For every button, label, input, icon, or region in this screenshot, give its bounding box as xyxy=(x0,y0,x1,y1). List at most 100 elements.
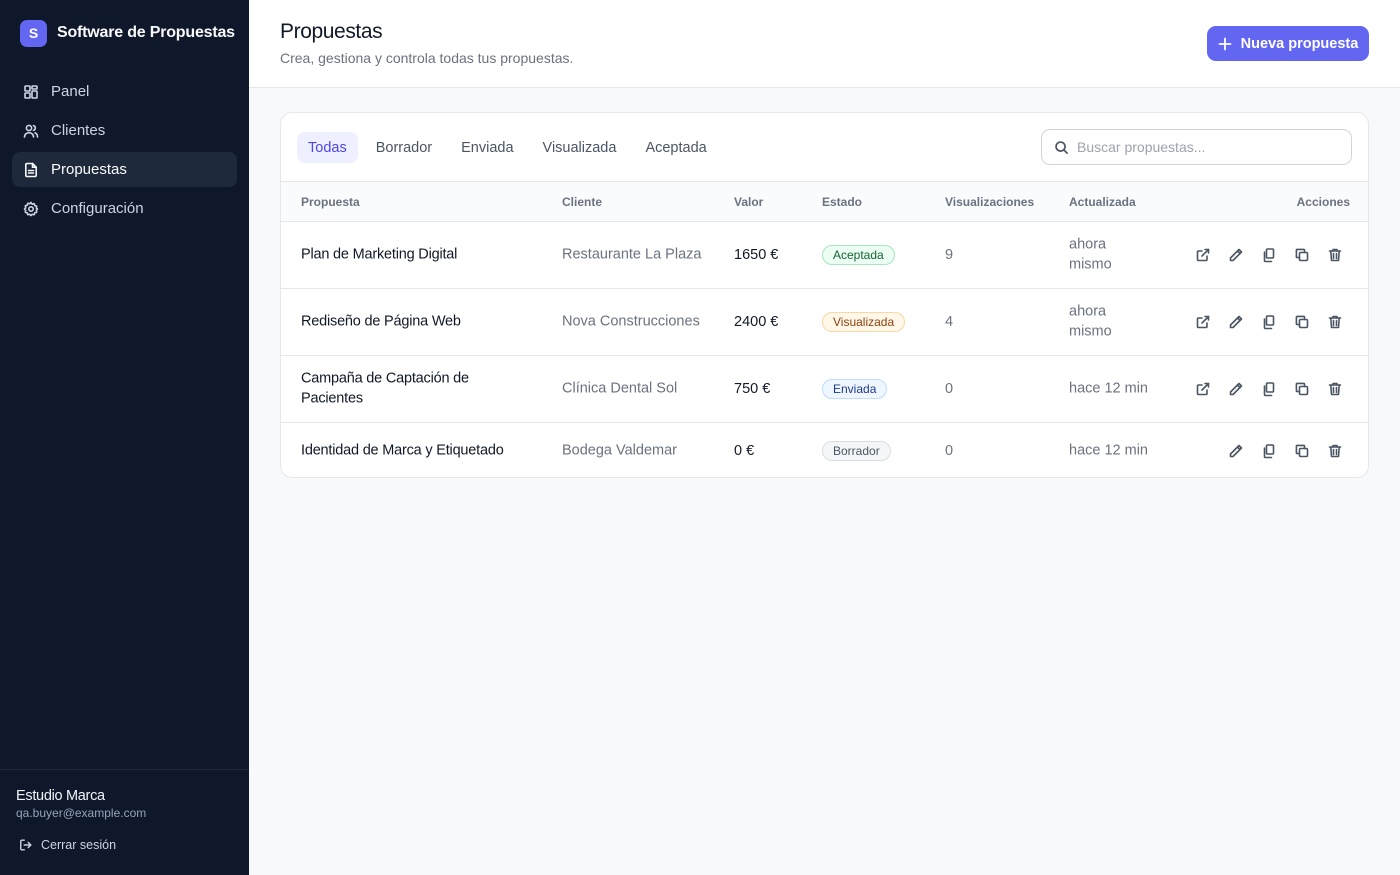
duplicate-button[interactable] xyxy=(1292,441,1312,461)
plus-icon xyxy=(1218,37,1232,50)
delete-button[interactable] xyxy=(1325,441,1345,461)
duplicate-icon xyxy=(1295,444,1309,458)
tab-enviada[interactable]: Enviada xyxy=(450,132,524,163)
status-badge: Aceptada xyxy=(822,245,895,265)
client-name: Clínica Dental Sol xyxy=(562,380,678,397)
edit-button[interactable] xyxy=(1226,312,1246,332)
proposal-value: 750 € xyxy=(734,381,771,397)
users-icon xyxy=(23,124,39,138)
copy-icon xyxy=(1263,444,1275,459)
duplicate-icon xyxy=(1295,315,1309,329)
search-icon xyxy=(1055,140,1068,154)
column-header-propuesta[interactable]: Propuesta xyxy=(301,195,360,209)
copy-button[interactable] xyxy=(1259,245,1279,265)
sidebar-item-label: Configuración xyxy=(51,200,144,217)
brand[interactable]: S Software de Propuestas xyxy=(20,19,235,47)
tab-todas[interactable]: Todas xyxy=(297,132,358,163)
copy-icon xyxy=(1263,382,1275,397)
logout-icon xyxy=(20,839,32,851)
proposal-value: 2400 € xyxy=(734,314,779,330)
edit-button[interactable] xyxy=(1226,245,1246,265)
column-header-visualizaciones[interactable]: Visualizaciones xyxy=(945,195,1034,209)
views-count: 0 xyxy=(945,381,954,397)
duplicate-button[interactable] xyxy=(1292,379,1312,399)
new-proposal-label: Nueva propuesta xyxy=(1240,35,1359,52)
views-count: 0 xyxy=(945,443,954,459)
duplicate-icon xyxy=(1295,248,1309,262)
table-row[interactable]: Rediseño de Página Web Nova Construccion… xyxy=(281,289,1368,356)
copy-button[interactable] xyxy=(1259,379,1279,399)
delete-button[interactable] xyxy=(1325,312,1345,332)
edit-button[interactable] xyxy=(1226,379,1246,399)
new-proposal-button[interactable]: Nueva propuesta xyxy=(1207,26,1369,61)
copy-button[interactable] xyxy=(1259,441,1279,461)
trash-icon xyxy=(1328,315,1342,329)
edit-button[interactable] xyxy=(1226,441,1246,461)
search-box xyxy=(1041,129,1352,165)
open-link-button[interactable] xyxy=(1193,245,1213,265)
sidebar-item-panel[interactable]: Panel xyxy=(12,74,237,109)
table-header: Propuesta Cliente Valor Estado Visualiza… xyxy=(281,181,1368,222)
column-header-estado[interactable]: Estado xyxy=(822,195,862,209)
sidebar-item-label: Panel xyxy=(51,83,90,100)
column-header-valor[interactable]: Valor xyxy=(734,195,763,209)
delete-button[interactable] xyxy=(1325,245,1345,265)
status-cell: Enviada xyxy=(822,379,888,399)
pencil-icon xyxy=(1229,382,1243,396)
search-input[interactable] xyxy=(1077,139,1337,155)
grid-icon xyxy=(24,84,38,99)
proposals-card: Todas Borrador Enviada Visualizada Acept… xyxy=(280,112,1369,478)
logout-label: Cerrar sesión xyxy=(41,838,117,852)
sidebar-item-propuestas[interactable]: Propuestas xyxy=(12,152,237,187)
status-filter-tabs: Todas Borrador Enviada Visualizada Acept… xyxy=(297,132,725,163)
table-row[interactable]: Campaña de Captación de Pacientes Clínic… xyxy=(281,356,1368,423)
sidebar-item-label: Clientes xyxy=(51,122,106,139)
user-email: qa.buyer@example.com xyxy=(16,806,147,820)
duplicate-button[interactable] xyxy=(1292,312,1312,332)
open-link-button[interactable] xyxy=(1193,379,1213,399)
sidebar-footer: Estudio Marca qa.buyer@example.com Cerra… xyxy=(0,769,249,875)
copy-icon xyxy=(1263,248,1275,263)
sidebar-item-label: Propuestas xyxy=(51,161,127,178)
delete-button[interactable] xyxy=(1325,379,1345,399)
proposal-value: 0 € xyxy=(734,443,755,459)
external-link-icon xyxy=(1196,382,1210,396)
updated-time: hace 12 min xyxy=(1069,442,1148,459)
column-header-cliente[interactable]: Cliente xyxy=(562,195,602,209)
table-row[interactable]: Plan de Marketing Digital Restaurante La… xyxy=(281,222,1368,289)
column-header-acciones: Acciones xyxy=(1296,195,1350,209)
copy-icon xyxy=(1263,315,1275,330)
proposal-name[interactable]: Identidad de Marca y Etiquetado xyxy=(301,441,541,461)
proposal-name[interactable]: Rediseño de Página Web xyxy=(301,312,521,332)
trash-icon xyxy=(1328,248,1342,262)
external-link-icon xyxy=(1196,315,1210,329)
open-link-button[interactable] xyxy=(1193,312,1213,332)
page-title: Propuestas xyxy=(280,20,383,43)
views-count: 4 xyxy=(945,314,954,330)
proposal-name[interactable]: Plan de Marketing Digital xyxy=(301,245,521,265)
sidebar-item-configuracion[interactable]: Configuración xyxy=(12,191,237,226)
brand-logo: S xyxy=(20,19,47,47)
tab-aceptada[interactable]: Aceptada xyxy=(634,132,717,163)
column-header-actualizada[interactable]: Actualizada xyxy=(1069,195,1136,209)
table-row[interactable]: Identidad de Marca y Etiquetado Bodega V… xyxy=(281,423,1368,477)
app-name: Software de Propuestas xyxy=(57,24,235,41)
page-subtitle: Crea, gestiona y controla todas tus prop… xyxy=(280,50,574,66)
tab-visualizada[interactable]: Visualizada xyxy=(532,132,628,163)
duplicate-icon xyxy=(1295,382,1309,396)
status-cell: Visualizada xyxy=(822,312,906,332)
pencil-icon xyxy=(1229,248,1243,262)
updated-time: ahora mismo xyxy=(1069,236,1112,273)
file-text-icon xyxy=(25,162,37,177)
proposal-name[interactable]: Campaña de Captación de Pacientes xyxy=(301,370,521,409)
updated-time: hace 12 min xyxy=(1069,380,1148,397)
logout-button[interactable]: Cerrar sesión xyxy=(19,838,116,852)
tab-borrador[interactable]: Borrador xyxy=(365,132,443,163)
duplicate-button[interactable] xyxy=(1292,245,1312,265)
sidebar: S Software de Propuestas Panel Clientes … xyxy=(0,0,249,875)
sidebar-item-clientes[interactable]: Clientes xyxy=(12,113,237,148)
copy-button[interactable] xyxy=(1259,312,1279,332)
gear-icon xyxy=(23,201,39,216)
sidebar-nav: Panel Clientes Propuestas Configuración xyxy=(12,74,237,230)
trash-icon xyxy=(1328,444,1342,458)
